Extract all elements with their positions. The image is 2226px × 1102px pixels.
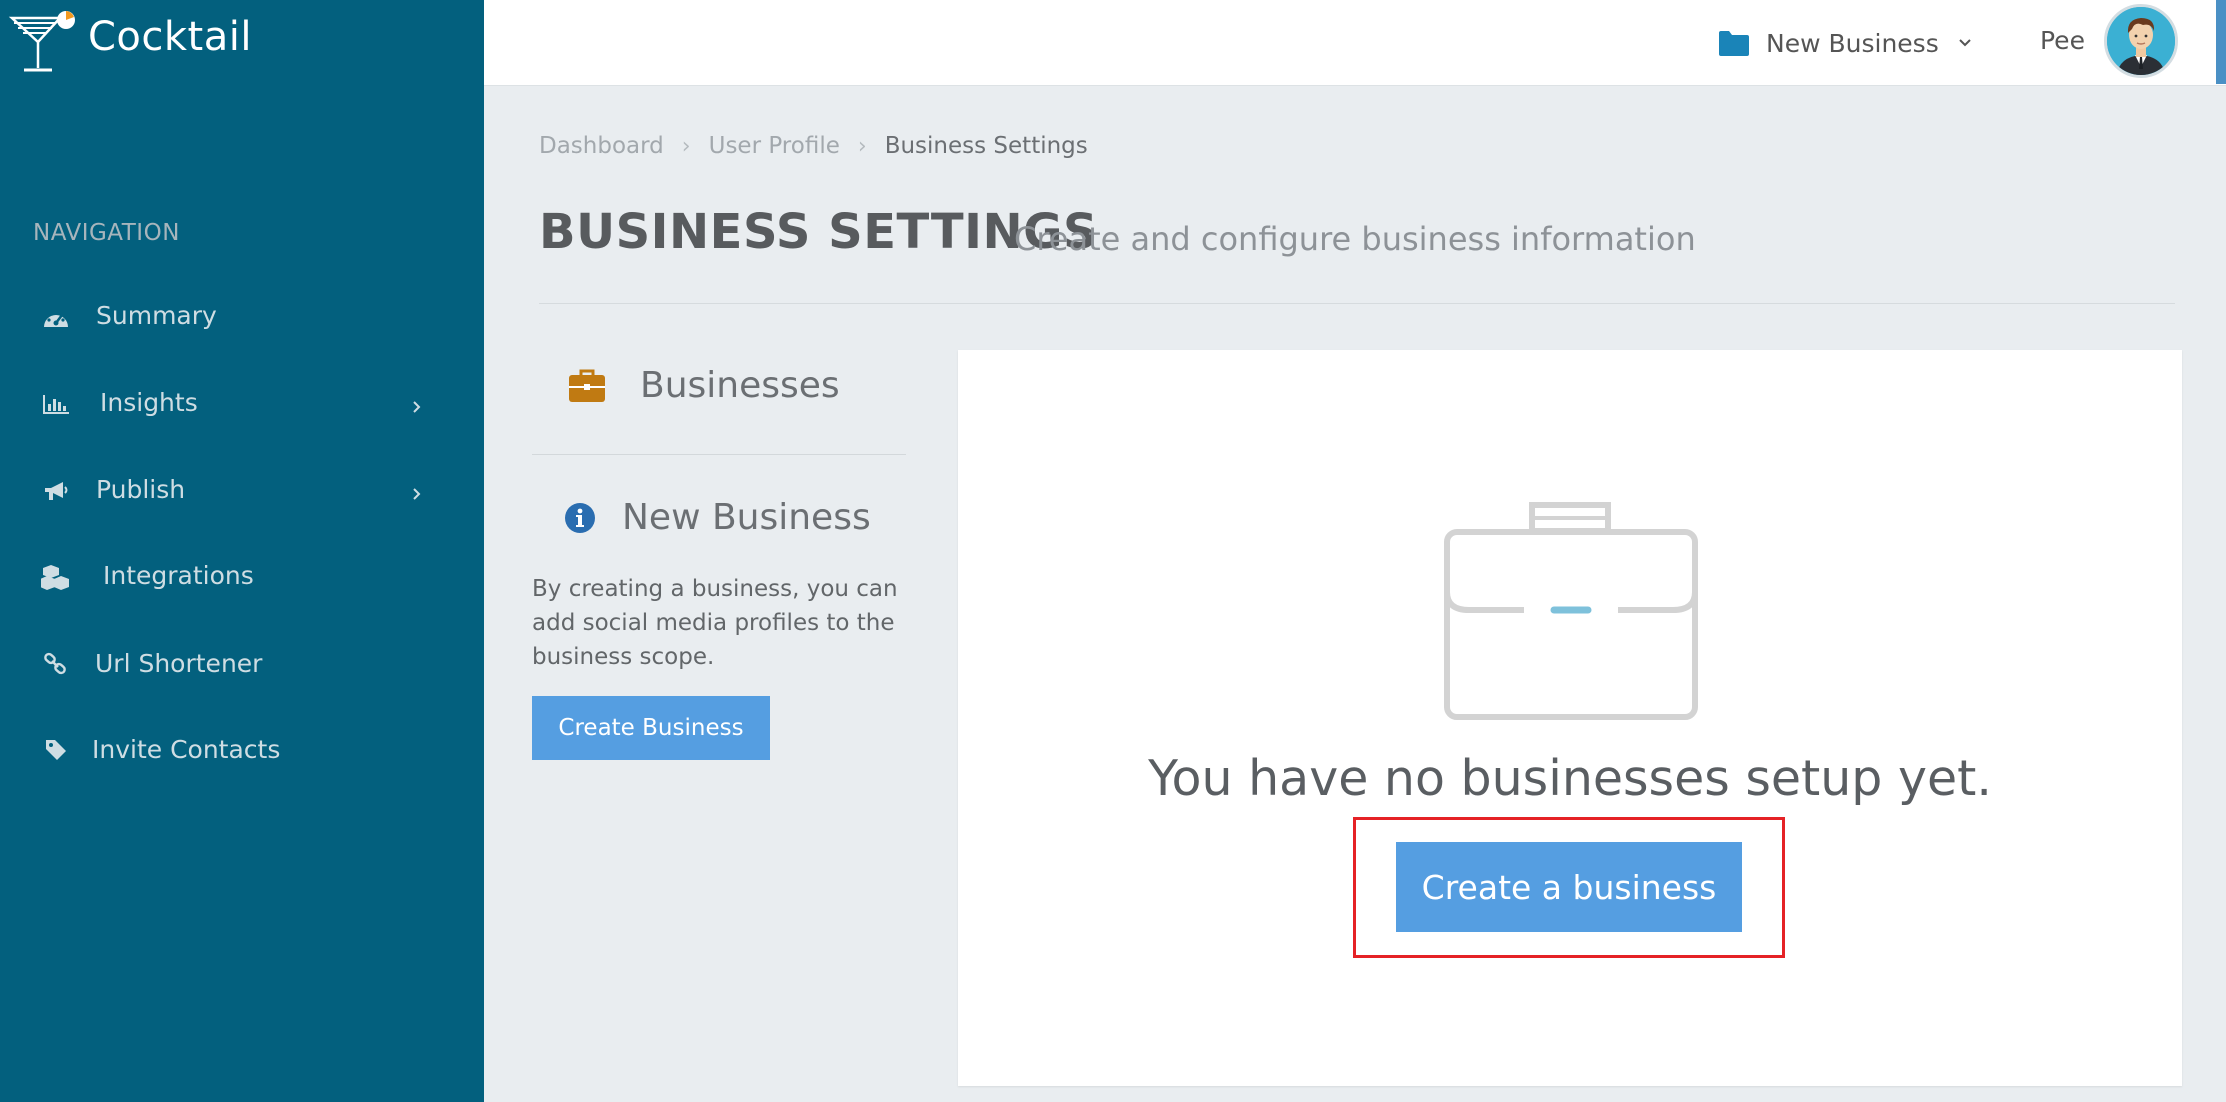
- info-icon: [565, 502, 595, 533]
- scrollbar[interactable]: [2216, 0, 2226, 84]
- sidebar-item-label: Integrations: [103, 561, 254, 590]
- chevron-right-icon: ›: [681, 133, 691, 159]
- avatar[interactable]: [2104, 4, 2178, 78]
- sidebar-item-label: Publish: [96, 475, 186, 504]
- cubes-icon: [40, 561, 72, 593]
- business-selector-label: New Business: [1766, 28, 1939, 58]
- breadcrumb: Dashboard › User Profile › Business Sett…: [539, 133, 1088, 159]
- user-name[interactable]: Pee: [2040, 26, 2085, 55]
- cocktail-logo-icon: [8, 11, 75, 72]
- sidebar-item-label: Insights: [100, 388, 198, 417]
- sidebar-item-insights[interactable]: Insights: [0, 374, 484, 434]
- breadcrumb-business-settings: Business Settings: [884, 133, 1088, 159]
- chevron-down-icon: [1959, 39, 1971, 47]
- businesses-heading: Businesses: [568, 365, 840, 406]
- briefcase-icon: [569, 369, 605, 402]
- chevron-right-icon: [413, 401, 421, 413]
- sidebar-item-integrations[interactable]: Integrations: [0, 547, 484, 607]
- sidebar-item-summary[interactable]: Summary: [0, 288, 484, 348]
- chevron-right-icon: [413, 488, 421, 500]
- megaphone-icon: [40, 475, 72, 507]
- businesses-label: Businesses: [640, 365, 840, 406]
- page-subtitle: Create and configure business informatio…: [1014, 220, 1696, 258]
- sidebar-item-url-shortener[interactable]: Url Shortener: [0, 634, 484, 694]
- nav-heading: NAVIGATION: [33, 220, 180, 246]
- create-a-business-button[interactable]: Create a business: [1396, 842, 1742, 932]
- dashboard-icon: [40, 302, 72, 334]
- tag-icon: [40, 734, 72, 766]
- sidebar-item-label: Invite Contacts: [92, 735, 281, 764]
- brand-name: Cocktail: [88, 14, 252, 60]
- briefcase-outline-icon: [1444, 502, 1698, 720]
- breadcrumb-dashboard[interactable]: Dashboard: [539, 133, 664, 159]
- divider: [539, 303, 2175, 304]
- empty-state-message: You have no businesses setup yet.: [1148, 750, 1992, 807]
- create-business-button[interactable]: Create Business: [532, 696, 770, 760]
- link-icon: [40, 648, 72, 680]
- sidebar-item-label: Summary: [96, 301, 217, 330]
- folder-icon: [1719, 31, 1749, 56]
- new-business-label: New Business: [622, 497, 871, 538]
- sidebar-item-publish[interactable]: Publish: [0, 461, 484, 521]
- new-business-description: By creating a business, you can add soci…: [532, 576, 898, 670]
- chevron-right-icon: ›: [857, 133, 867, 159]
- new-business-heading: New Business: [564, 497, 871, 538]
- user-avatar-icon: [2107, 7, 2175, 75]
- brand[interactable]: Cocktail: [0, 0, 484, 86]
- sidebar: Cocktail NAVIGATION Summary Insights Pub…: [0, 0, 484, 1102]
- sidebar-item-label: Url Shortener: [95, 649, 263, 678]
- divider: [532, 454, 906, 455]
- sidebar-item-invite-contacts[interactable]: Invite Contacts: [0, 720, 484, 780]
- breadcrumb-user-profile[interactable]: User Profile: [709, 133, 840, 159]
- business-selector[interactable]: New Business: [1718, 24, 1975, 62]
- empty-state-card: You have no businesses setup yet. Create…: [958, 350, 2182, 1086]
- bar-chart-icon: [40, 388, 72, 420]
